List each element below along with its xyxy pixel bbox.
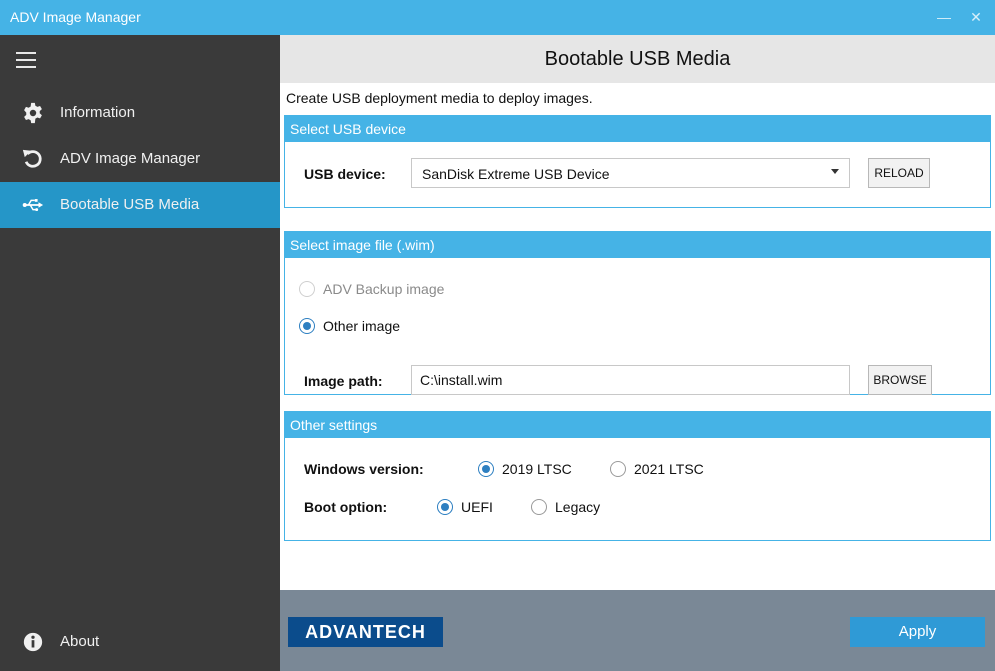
radio-circle: [437, 499, 453, 515]
sidebar-item-adv-image-manager[interactable]: ADV Image Manager: [0, 136, 280, 182]
page-header: Bootable USB Media: [280, 35, 995, 83]
section-header: Other settings: [285, 412, 990, 438]
radio-circle: [531, 499, 547, 515]
page-description: Create USB deployment media to deploy im…: [286, 90, 593, 106]
info-icon: [23, 632, 43, 652]
browse-button[interactable]: BROWSE: [868, 365, 932, 395]
section-header: Select image file (.wim): [285, 232, 990, 258]
main-content: Bootable USB Media Create USB deployment…: [280, 35, 995, 671]
section-header: Select USB device: [285, 116, 990, 142]
windows-version-label: Windows version:: [304, 461, 424, 477]
chevron-down-icon: [831, 169, 839, 174]
gear-icon: [24, 102, 42, 124]
usb-device-label: USB device:: [304, 166, 386, 182]
sidebar-item-label: Information: [60, 104, 136, 121]
usb-device-value: SanDisk Extreme USB Device: [422, 166, 610, 182]
sidebar-item-label: About: [60, 633, 100, 650]
reload-button[interactable]: RELOAD: [868, 158, 930, 188]
minimize-button[interactable]: —: [933, 6, 955, 28]
sidebar-item-label: ADV Image Manager: [60, 150, 201, 167]
usb-device-section: Select USB device USB device: SanDisk Ex…: [284, 115, 991, 208]
sidebar-item-bootable-usb-media[interactable]: Bootable USB Media: [0, 182, 280, 228]
sidebar-item-label: Bootable USB Media: [60, 196, 200, 213]
sidebar-item-about[interactable]: About: [0, 619, 280, 665]
radio-label: Legacy: [555, 499, 601, 515]
usb-device-dropdown[interactable]: SanDisk Extreme USB Device: [411, 158, 850, 188]
sidebar-item-information[interactable]: Information: [0, 90, 280, 136]
image-path-field[interactable]: [411, 365, 850, 395]
radio-circle: [478, 461, 494, 477]
usb-icon: [22, 199, 44, 212]
other-settings-section: Other settings Windows version: 2019 LTS…: [284, 411, 991, 541]
radio-label: UEFI: [461, 499, 493, 515]
boot-option-label: Boot option:: [304, 499, 388, 515]
advantech-logo: ADVANTECH: [288, 617, 443, 647]
radio-label: ADV Backup image: [323, 281, 445, 297]
radio-label: Other image: [323, 318, 401, 334]
radio-label: 2021 LTSC: [634, 461, 704, 477]
image-path-label: Image path:: [304, 373, 383, 389]
window-title: ADV Image Manager: [10, 9, 141, 25]
image-path-input[interactable]: [412, 366, 849, 394]
close-button[interactable]: ✕: [965, 6, 987, 28]
image-file-section: Select image file (.wim) ADV Backup imag…: [284, 231, 991, 395]
radio-circle: [299, 318, 315, 334]
undo-icon: [22, 149, 42, 168]
sidebar: Information ADV Image Manager Bootable U…: [0, 35, 280, 671]
page-title: Bootable USB Media: [544, 48, 731, 70]
radio-label: 2019 LTSC: [502, 461, 572, 477]
footer-bar: ADVANTECH Apply: [280, 590, 995, 671]
radio-circle: [610, 461, 626, 477]
apply-button[interactable]: Apply: [850, 617, 985, 647]
title-bar: ADV Image Manager — ✕: [0, 0, 995, 35]
hamburger-menu-icon[interactable]: [16, 52, 40, 70]
radio-circle: [299, 281, 315, 297]
